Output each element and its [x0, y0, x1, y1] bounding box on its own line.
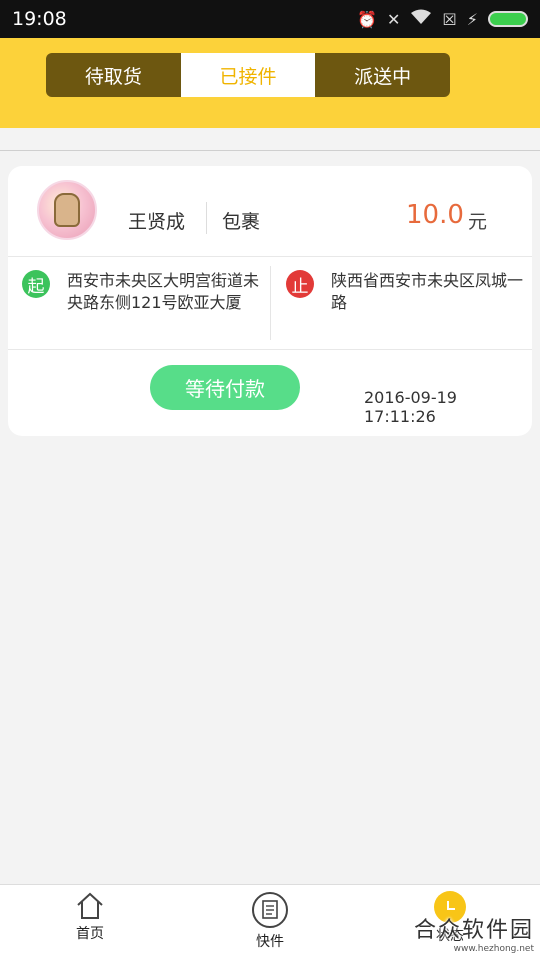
- order-timestamp: 2016-09-19 17:11:26: [364, 388, 457, 426]
- avatar: [37, 180, 97, 240]
- start-address: 西安市未央区大明宫街道未央路东侧121号欧亚大厦: [67, 271, 260, 312]
- vibrate-off-icon: ✕: [387, 9, 401, 29]
- watermark: 合众软件园 www.hezhong.net: [414, 912, 534, 954]
- watermark-url: www.hezhong.net: [453, 944, 534, 954]
- divider: [8, 349, 532, 350]
- home-icon: [75, 891, 105, 921]
- end-address: 陕西省西安市未央区凤城一路: [331, 271, 524, 312]
- tab-received[interactable]: 已接件: [180, 53, 316, 97]
- nav-label: 快件: [256, 934, 284, 950]
- await-payment-button[interactable]: 等待付款: [150, 365, 300, 410]
- start-badge-icon: 起: [22, 270, 50, 298]
- order-card[interactable]: 王贤成 包裹 10.0 元 起 西安市未央区大明宫街道未央路东侧121号欧亚大厦…: [8, 166, 532, 436]
- divider: [270, 266, 271, 340]
- order-price: 10.0: [406, 200, 464, 230]
- header: 待取货 已接件 派送中: [0, 38, 540, 128]
- divider: [8, 256, 532, 257]
- tab-label: 派送中: [354, 65, 412, 88]
- alarm-icon: ⏰: [357, 9, 378, 29]
- sim-off-icon: ☒: [442, 9, 457, 29]
- tab-label: 待取货: [84, 65, 142, 88]
- express-icon: [251, 891, 289, 929]
- price-unit: 元: [468, 211, 488, 233]
- order-status-tabs: 待取货 已接件 派送中: [46, 53, 450, 97]
- nav-home[interactable]: 首页: [45, 891, 135, 943]
- status-time: 19:08: [12, 8, 67, 30]
- battery-icon: [488, 11, 528, 27]
- status-icons: ⏰ ✕ ☒ ⚡: [357, 9, 528, 29]
- charging-icon: ⚡: [466, 9, 478, 29]
- wifi-icon: [410, 9, 432, 29]
- status-bar: 19:08 ⏰ ✕ ☒ ⚡: [0, 0, 540, 38]
- customer-name: 王贤成: [128, 211, 186, 233]
- divider: [206, 202, 207, 234]
- avatar-image: [54, 193, 80, 227]
- divider: [0, 150, 540, 151]
- end-address-block: 止 陕西省西安市未央区凤城一路: [286, 270, 536, 314]
- nav-label: 首页: [76, 926, 104, 942]
- nav-express[interactable]: 快件: [225, 891, 315, 951]
- end-badge-icon: 止: [286, 270, 314, 298]
- tab-delivering[interactable]: 派送中: [315, 53, 450, 97]
- watermark-text: 合众软件园: [413, 918, 534, 943]
- item-type: 包裹: [222, 211, 261, 233]
- tab-pending-pickup[interactable]: 待取货: [46, 53, 181, 97]
- start-address-block: 起 西安市未央区大明宫街道未央路东侧121号欧亚大厦: [22, 270, 267, 314]
- tab-label: 已接件: [219, 65, 277, 88]
